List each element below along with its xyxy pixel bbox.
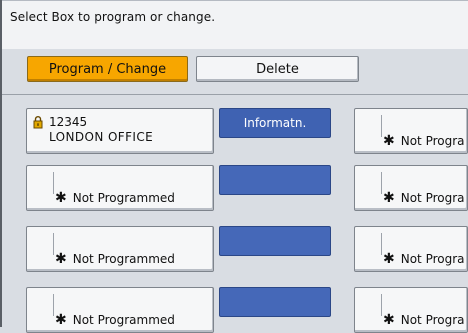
box-button-5[interactable]: ✱ Not Progra — [354, 108, 468, 154]
instruction-text: Select Box to program or change. — [10, 10, 216, 24]
box-button-1[interactable]: 12345 LONDON OFFICE — [26, 108, 214, 154]
dialog-frame — [0, 0, 466, 327]
not-programmed-label: ✱ Not Progra — [383, 134, 465, 148]
not-programmed-text: Not Programmed — [72, 313, 175, 327]
row-separator — [53, 172, 54, 194]
asterisk-icon: ✱ — [55, 190, 67, 206]
row-separator — [381, 233, 382, 255]
asterisk-icon: ✱ — [383, 190, 395, 206]
box-button-8[interactable]: ✱ Not Progra — [354, 287, 468, 333]
box-number: 12345 — [49, 115, 88, 129]
not-programmed-label: ✱ Not Programmed — [55, 252, 175, 266]
asterisk-icon: ✱ — [55, 312, 67, 328]
not-programmed-text: Not Programmed — [72, 191, 175, 205]
not-programmed-label: ✱ Not Progra — [383, 313, 465, 327]
box-button-4[interactable]: ✱ Not Programmed — [26, 287, 214, 333]
box-name: LONDON OFFICE — [49, 130, 154, 144]
not-programmed-text: Not Programmed — [72, 252, 175, 266]
asterisk-icon: ✱ — [383, 251, 395, 267]
not-programmed-label: ✱ Not Programmed — [55, 191, 175, 205]
not-programmed-text: Not Progra — [400, 313, 465, 327]
program-change-button[interactable]: Program / Change — [27, 56, 188, 82]
not-programmed-label: ✱ Not Progra — [383, 191, 465, 205]
lock-icon — [33, 116, 43, 129]
box-button-6[interactable]: ✱ Not Progra — [354, 165, 468, 211]
delete-button[interactable]: Delete — [196, 56, 359, 82]
information-button-4[interactable] — [219, 287, 331, 317]
information-button-2[interactable] — [219, 165, 331, 195]
header-strip: Select Box to program or change. — [2, 0, 468, 49]
information-button-3[interactable] — [219, 226, 331, 256]
not-programmed-text: Not Progra — [400, 134, 465, 148]
divider — [2, 94, 468, 95]
information-button-1[interactable]: Informatn. — [219, 108, 331, 138]
not-programmed-text: Not Progra — [400, 191, 465, 205]
box-button-3[interactable]: ✱ Not Programmed — [26, 226, 214, 272]
asterisk-icon: ✱ — [383, 312, 395, 328]
row-separator — [381, 172, 382, 194]
row-separator — [381, 115, 382, 137]
asterisk-icon: ✱ — [55, 251, 67, 267]
asterisk-icon: ✱ — [383, 133, 395, 149]
not-programmed-text: Not Progra — [400, 252, 465, 266]
row-separator — [381, 294, 382, 316]
row-separator — [53, 233, 54, 255]
not-programmed-label: ✱ Not Programmed — [55, 313, 175, 327]
row-separator — [53, 294, 54, 316]
not-programmed-label: ✱ Not Progra — [383, 252, 465, 266]
box-button-7[interactable]: ✱ Not Progra — [354, 226, 468, 272]
box-button-2[interactable]: ✱ Not Programmed — [26, 165, 214, 211]
